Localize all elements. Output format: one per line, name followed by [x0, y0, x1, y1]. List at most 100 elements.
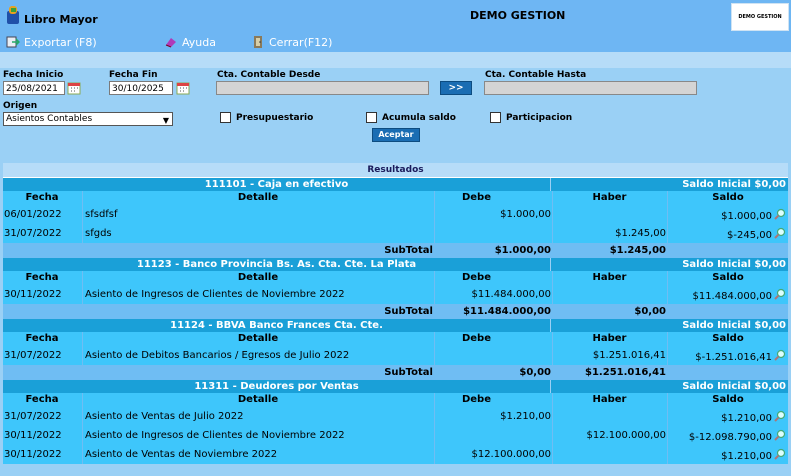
search-detail-icon[interactable]	[774, 410, 786, 422]
account-header: 11123 - Banco Provincia Bs. As. Cta. Cte…	[3, 258, 788, 271]
row-saldo: $-245,00	[667, 224, 788, 243]
table-row: 31/07/2022 Asiento de Ventas de Julio 20…	[3, 407, 788, 426]
search-detail-icon[interactable]	[774, 227, 786, 239]
menu-bar: Exportar (F8) Ayuda Cerrar(F12)	[0, 32, 791, 52]
subtotal-haber: $1.251.016,41	[585, 367, 666, 378]
close-icon	[254, 36, 262, 48]
col-saldo: Saldo	[667, 393, 788, 407]
row-haber	[552, 407, 666, 426]
search-detail-icon[interactable]	[774, 429, 786, 441]
checkbox-box	[490, 112, 501, 123]
table-row: 30/11/2022 Asiento de Ingresos de Client…	[3, 426, 788, 445]
row-detalle: sfgds	[82, 224, 433, 243]
row-haber: $1.245,00	[552, 224, 666, 243]
account-header: 11124 - BBVA Banco Frances Cta. Cte. Sal…	[3, 319, 788, 332]
acumula-saldo-checkbox[interactable]: Acumula saldo	[366, 112, 456, 123]
col-saldo: Saldo	[667, 191, 788, 205]
fecha-fin-input[interactable]: 30/10/2025	[109, 81, 173, 95]
row-saldo: $1.000,00	[667, 205, 788, 224]
row-fecha: 30/11/2022	[4, 449, 62, 460]
column-header-row: Fecha Detalle Debe Haber Saldo	[3, 332, 788, 346]
table-row: 30/11/2022 Asiento de Ventas de Noviembr…	[3, 445, 788, 464]
col-debe: Debe	[434, 332, 551, 346]
participacion-checkbox[interactable]: Participacion	[490, 112, 572, 123]
export-button[interactable]: Exportar (F8)	[6, 35, 97, 49]
account-name: 11311 - Deudores por Ventas	[3, 380, 550, 393]
row-debe	[434, 426, 551, 445]
col-detalle: Detalle	[82, 332, 433, 346]
col-haber: Haber	[552, 191, 666, 205]
cta-hasta-input[interactable]	[484, 81, 697, 95]
separator-strip	[0, 52, 791, 68]
filter-panel: Fecha Inicio 25/08/2021 Fecha Fin 30/10/…	[0, 68, 791, 158]
checkbox-box	[366, 112, 377, 123]
participacion-label: Participacion	[506, 112, 573, 123]
ledger-app-icon	[7, 6, 19, 24]
search-detail-icon[interactable]	[774, 288, 786, 300]
search-detail-icon[interactable]	[774, 349, 786, 361]
subtotal-label: SubTotal	[384, 367, 433, 378]
origen-label: Origen	[3, 101, 38, 111]
presupuestario-checkbox[interactable]: Presupuestario	[220, 112, 313, 123]
subtotal-debe: $1.000,00	[494, 245, 551, 256]
row-saldo: $1.210,00	[667, 445, 788, 464]
account-header: 111101 - Caja en efectivo Saldo Inicial …	[3, 178, 788, 191]
close-button[interactable]: Cerrar(F12)	[251, 35, 332, 49]
origen-select[interactable]: Asientos Contables ▼	[3, 112, 173, 126]
cta-hasta-label: Cta. Contable Hasta	[485, 70, 587, 80]
app-title: Libro Mayor	[24, 13, 98, 26]
search-detail-icon[interactable]	[774, 208, 786, 220]
subtotal-row: SubTotal $1.000,00 $1.245,00	[3, 243, 788, 258]
col-detalle: Detalle	[82, 393, 433, 407]
row-detalle: Asiento de Ingresos de Clientes de Novie…	[82, 426, 433, 445]
fecha-inicio-input[interactable]: 25/08/2021	[3, 81, 65, 95]
results-title: Resultados	[3, 163, 788, 178]
cta-desde-input[interactable]	[216, 81, 429, 95]
row-saldo: $11.484.000,00	[667, 285, 788, 304]
cta-desde-label: Cta. Contable Desde	[217, 70, 321, 80]
saldo-inicial: Saldo Inicial $0,00	[551, 319, 788, 332]
calendar-icon[interactable]	[176, 81, 190, 95]
table-row: 31/07/2022 sfgds $1.245,00 $-245,00	[3, 224, 788, 243]
help-icon	[165, 38, 176, 48]
presupuestario-label: Presupuestario	[236, 112, 314, 123]
fecha-fin-label: Fecha Fin	[109, 70, 158, 80]
subtotal-row: SubTotal $0,00 $1.251.016,41	[3, 365, 788, 380]
col-debe: Debe	[434, 271, 551, 285]
search-detail-icon[interactable]	[774, 448, 786, 460]
table-row: 06/01/2022 sfsdfsf $1.000,00 $1.000,00	[3, 205, 788, 224]
calendar-icon[interactable]	[67, 81, 81, 95]
col-saldo: Saldo	[667, 332, 788, 346]
subtotal-debe: $11.484.000,00	[463, 306, 551, 317]
row-debe: $1.000,00	[434, 205, 551, 224]
column-header-row: Fecha Detalle Debe Haber Saldo	[3, 191, 788, 205]
results-panel: Resultados 111101 - Caja en efectivo Sal…	[3, 163, 788, 464]
row-debe	[434, 224, 551, 243]
col-detalle: Detalle	[82, 191, 433, 205]
account-name: 111101 - Caja en efectivo	[3, 178, 550, 191]
row-detalle: Asiento de Ventas de Julio 2022	[82, 407, 433, 426]
range-button[interactable]: >>	[440, 81, 472, 95]
subtotal-debe: $0,00	[519, 367, 551, 378]
row-fecha: 30/11/2022	[4, 289, 62, 300]
saldo-inicial: Saldo Inicial $0,00	[551, 380, 788, 393]
row-detalle: Asiento de Ventas de Noviembre 2022	[82, 445, 433, 464]
row-fecha: 31/07/2022	[4, 350, 62, 361]
row-fecha: 31/07/2022	[4, 228, 62, 239]
row-haber	[552, 445, 666, 464]
account-name: 11123 - Banco Provincia Bs. As. Cta. Cte…	[3, 258, 550, 271]
subtotal-haber: $1.245,00	[609, 245, 666, 256]
column-header-row: Fecha Detalle Debe Haber Saldo	[3, 271, 788, 285]
company-name: DEMO GESTION	[470, 9, 566, 22]
help-button[interactable]: Ayuda	[164, 35, 216, 49]
export-label: Exportar (F8)	[24, 35, 97, 49]
company-logo: DEMO GESTION	[731, 3, 789, 31]
row-debe: $1.210,00	[434, 407, 551, 426]
aceptar-button[interactable]: Aceptar	[372, 128, 420, 142]
row-haber: $12.100.000,00	[552, 426, 666, 445]
col-haber: Haber	[552, 332, 666, 346]
row-haber: $1.251.016,41	[552, 346, 666, 365]
row-haber	[552, 205, 666, 224]
col-detalle: Detalle	[82, 271, 433, 285]
row-fecha: 31/07/2022	[4, 411, 62, 422]
